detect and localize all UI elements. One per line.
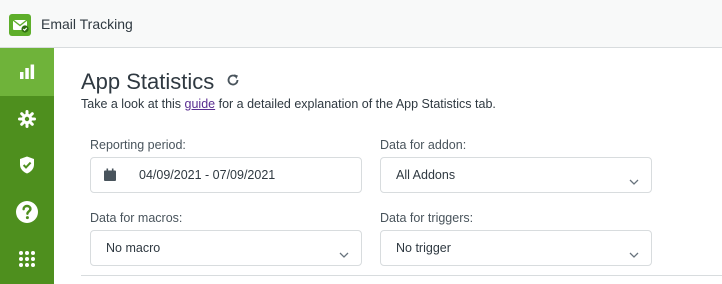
app-name: Email Tracking: [41, 16, 133, 32]
section-divider: [81, 275, 722, 276]
reporting-period-value: 04/09/2021 - 07/09/2021: [139, 168, 276, 182]
triggers-value: No trigger: [396, 241, 451, 255]
main-content: App Statistics Take a look at this guide…: [54, 48, 722, 284]
reporting-period-field[interactable]: 04/09/2021 - 07/09/2021: [90, 157, 362, 193]
addon-select[interactable]: All Addons: [380, 157, 652, 193]
page-description: Take a look at this guide for a detailed…: [81, 97, 496, 111]
description-text-end: for a detailed explanation of the App St…: [215, 97, 496, 111]
top-bar: Email Tracking: [0, 0, 722, 48]
description-text: Take a look at this: [81, 97, 185, 111]
gear-icon: [18, 110, 36, 128]
triggers-select[interactable]: No trigger: [380, 230, 652, 266]
refresh-icon[interactable]: [226, 73, 240, 92]
shield-check-icon: [20, 156, 34, 174]
addon-label: Data for addon:: [380, 138, 467, 152]
sidebar-item-statistics[interactable]: [0, 48, 54, 96]
chevron-down-icon: [629, 245, 639, 263]
reporting-period-label: Reporting period:: [90, 138, 186, 152]
chevron-down-icon: [339, 245, 349, 263]
question-icon: [16, 201, 38, 223]
triggers-label: Data for triggers:: [380, 211, 474, 225]
grid-dots-icon: [19, 251, 35, 267]
sidebar-item-apps[interactable]: [0, 235, 54, 283]
sidebar-item-settings[interactable]: [0, 95, 54, 143]
chevron-down-icon: [629, 172, 639, 190]
macros-label: Data for macros:: [90, 211, 183, 225]
sidebar-item-security[interactable]: [0, 141, 54, 189]
addon-value: All Addons: [396, 168, 456, 182]
page-title: App Statistics: [81, 69, 215, 94]
guide-link[interactable]: guide: [185, 97, 216, 111]
bar-chart-icon: [20, 64, 35, 79]
calendar-icon: [103, 168, 117, 187]
email-check-icon: [9, 14, 31, 36]
sidebar: [0, 48, 54, 284]
macros-value: No macro: [106, 241, 161, 255]
sidebar-item-help[interactable]: [0, 188, 54, 236]
macros-select[interactable]: No macro: [90, 230, 362, 266]
